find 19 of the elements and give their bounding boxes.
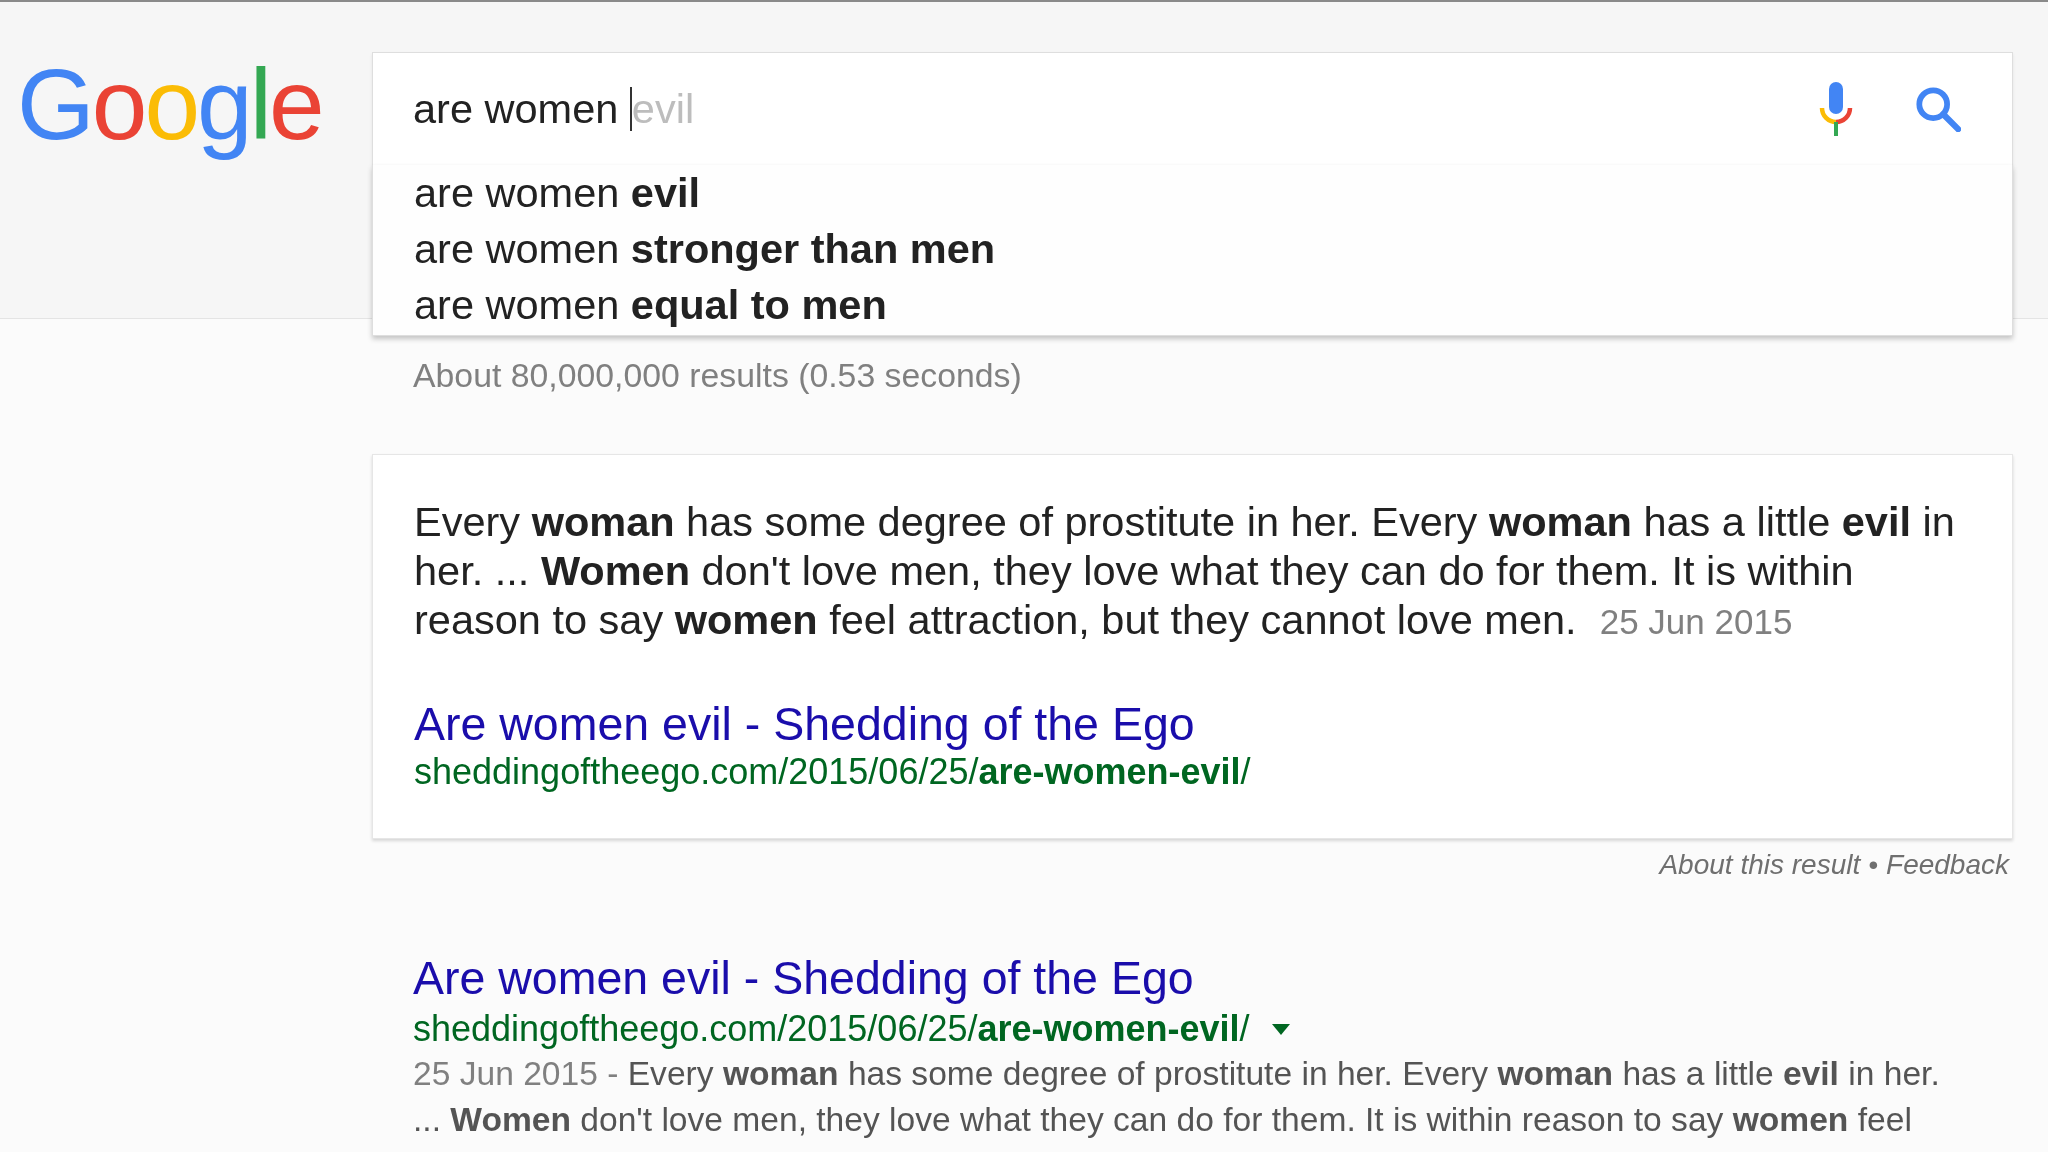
featured-snippet-text: Every woman has some degree of prostitute in her. Every woman has a little evil in her. ... Women don't love men, they love what they can do for them. It is within reason to say women feel attraction, but they cannot love men. 25 Jun 2015 xyxy=(414,497,1956,645)
text-cursor-icon xyxy=(629,87,632,131)
result-title-link[interactable]: Are women evil - Shedding of the Ego xyxy=(413,952,1194,1004)
logo[interactable]: Google xyxy=(17,46,322,162)
caret-icon[interactable] xyxy=(1271,1023,1290,1035)
about-result-link[interactable]: About this result xyxy=(1659,848,1861,882)
search-icon[interactable] xyxy=(1915,86,1961,132)
suggestion-item[interactable]: are women evil xyxy=(414,165,701,221)
separator: • xyxy=(1868,848,1879,882)
feedback-link[interactable]: Feedback xyxy=(1886,848,2009,882)
search-field[interactable]: are women evil xyxy=(413,79,1779,139)
suggestion-item[interactable]: are women equal to men xyxy=(414,277,887,333)
microphone-icon[interactable] xyxy=(1819,82,1853,136)
result-title-link[interactable]: Are women evil - Shedding of the Ego xyxy=(414,698,1195,750)
result-snippet: 25 Jun 2015 - Every woman has some degree of prostitute in her. Every woman has a little evil in her. ... Women don't love men, they love what they can do for them. It is within reason to say women feel xyxy=(413,1054,1941,1140)
result-stats: About 80,000,000 results (0.53 seconds) xyxy=(413,357,1022,393)
suggestion-item[interactable]: are women stronger than men xyxy=(414,221,996,277)
result-url: sheddingoftheego.com/2015/06/25/are-women-evil/ xyxy=(414,750,1251,794)
result-url: sheddingoftheego.com/2015/06/25/are-women-evil/ xyxy=(413,1007,1250,1051)
